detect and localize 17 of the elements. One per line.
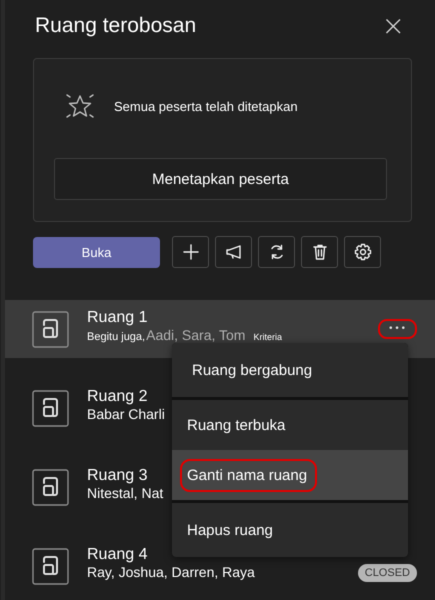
panel-title: Ruang terobosan [35, 14, 196, 38]
room-name: Ruang 2 [87, 388, 148, 406]
room-name: Ruang 4 [87, 546, 148, 564]
room-name: Ruang 1 [87, 309, 148, 327]
menu-item-label: Ruang terbuka [186, 416, 286, 436]
status-badge: CLOSED [358, 564, 417, 582]
room-name: Ruang 3 [87, 467, 148, 485]
criteria-label: Kriteria [253, 332, 282, 342]
menu-item-label: Ganti nama ruang [180, 458, 318, 492]
participant-names: Aadi, Sara, Tom [146, 327, 246, 343]
participant-names: Babar Charli [87, 406, 165, 422]
participant-names: Ray, Joshua, Darren, Raya [87, 564, 255, 580]
participant-names: Begitu juga, [87, 331, 146, 343]
menu-item-label: Hapus ruang [186, 520, 274, 540]
menu-item-label: Ruang bergabung [191, 360, 314, 380]
participant-names: Nitestal, Nat [87, 485, 164, 501]
status-message: Semua peserta telah ditetapkan [114, 98, 298, 114]
